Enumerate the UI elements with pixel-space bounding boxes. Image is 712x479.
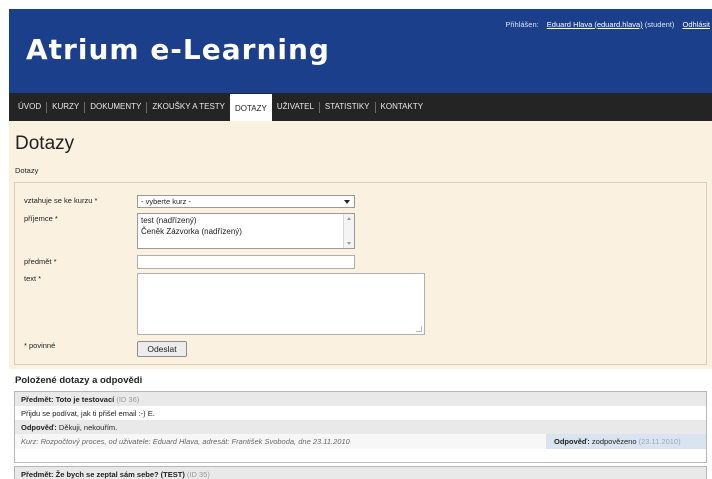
question-form: vztahuje se ke kurzu * - vyberte kurz - …	[14, 182, 707, 365]
answer-text: Děkuji, nekouřím.	[58, 423, 118, 432]
subject-label: předmět *	[24, 257, 57, 266]
user-role: (student)	[644, 20, 675, 29]
question-body: Přijdu se podívat, jak ti přišel email :…	[15, 406, 706, 421]
nav-item-kurzy[interactable]: KURZY	[47, 93, 84, 121]
question-subject-row: Předmět: Toto je testovací (ID 36)	[15, 392, 706, 407]
nav-item-dokumenty[interactable]: DOKUMENTY	[85, 93, 146, 121]
answer-prefix: Odpověď:	[21, 423, 57, 432]
site-header: Přihlášen: Eduard Hlava (eduard.hlava) (…	[9, 9, 712, 93]
subject-input[interactable]	[137, 255, 355, 269]
logout-link[interactable]: Odhlásit	[682, 20, 710, 29]
question-id: (ID 35)	[186, 470, 210, 479]
nav-item-uvod[interactable]: ÚVOD	[13, 93, 46, 121]
question-item: Předmět: Že bych se zeptal sám sebe? (TE…	[14, 466, 707, 479]
listbox-scrollbar[interactable]	[343, 214, 354, 248]
nav-item-zkousky[interactable]: ZKOUŠKY A TESTY	[147, 93, 230, 121]
answer-row: Odpověď: Děkuji, nekouřím.	[15, 420, 706, 435]
question-item: Předmět: Toto je testovací (ID 36) Přijd…	[14, 391, 707, 463]
status-date: (23.11.2010)	[638, 437, 681, 446]
nav-item-statistiky[interactable]: STATISTIKY	[320, 93, 375, 121]
status-value: zodpovězeno	[591, 437, 637, 446]
breadcrumb: Dotazy	[15, 166, 39, 175]
question-meta-row: Kurz: Rozpočtový proces, od uživatele: E…	[15, 434, 706, 449]
status-badge: Odpověď: zodpovězeno (23.11.2010)	[546, 434, 706, 449]
text-textarea[interactable]	[137, 273, 425, 335]
main-nav: ÚVOD KURZY DOKUMENTY ZKOUŠKY A TESTY DOT…	[9, 93, 712, 124]
form-section: Dotazy Dotazy vztahuje se ke kurzu * - v…	[9, 121, 712, 369]
recipient-option[interactable]: test (nadřízený)	[141, 215, 351, 226]
question-subject: Toto je testovací	[55, 395, 115, 404]
scroll-up-icon[interactable]	[347, 217, 351, 220]
status-prefix: Odpověď:	[554, 437, 590, 446]
course-select[interactable]: - vyberte kurz -	[137, 195, 355, 208]
main-content: Dotazy Dotazy vztahuje se ke kurzu * - v…	[9, 121, 712, 479]
submit-button[interactable]: Odeslat	[137, 341, 187, 357]
recipient-listbox[interactable]: test (nadřízený) Čeněk Zázvorka (nadříze…	[137, 213, 355, 249]
chevron-down-icon	[344, 200, 350, 204]
course-select-value: - vyberte kurz -	[141, 197, 192, 206]
logged-in-label: Přihlášen:	[505, 20, 539, 29]
question-meta: Kurz: Rozpočtový proces, od uživatele: E…	[21, 437, 350, 446]
nav-item-kontakty[interactable]: KONTAKTY	[376, 93, 429, 121]
user-bar: Přihlášen: Eduard Hlava (eduard.hlava) (…	[505, 20, 710, 29]
required-note: * povinné	[24, 341, 56, 350]
questions-section-title: Položené dotazy a odpovědi	[15, 375, 143, 386]
scroll-down-icon[interactable]	[347, 242, 351, 245]
course-label: vztahuje se ke kurzu *	[24, 196, 98, 205]
page-title: Dotazy	[15, 133, 75, 154]
nav-item-uzivatel[interactable]: UŽIVATEL	[272, 93, 319, 121]
nav-item-dotazy[interactable]: DOTAZY	[230, 94, 272, 124]
recipient-label: příjemce *	[24, 214, 58, 223]
resize-grip-icon[interactable]	[416, 326, 422, 332]
site-logo[interactable]: Atrium e-Learning	[26, 33, 330, 66]
subject-prefix: Předmět:	[21, 470, 54, 479]
text-label: text *	[24, 274, 42, 283]
subject-prefix: Předmět:	[21, 395, 54, 404]
question-subject: Že bych se zeptal sám sebe? (TEST)	[55, 470, 185, 479]
user-profile-link[interactable]: Eduard Hlava (eduard.hlava)	[547, 20, 643, 29]
recipient-option[interactable]: Čeněk Zázvorka (nadřízený)	[141, 226, 351, 237]
question-id: (ID 36)	[116, 395, 140, 404]
